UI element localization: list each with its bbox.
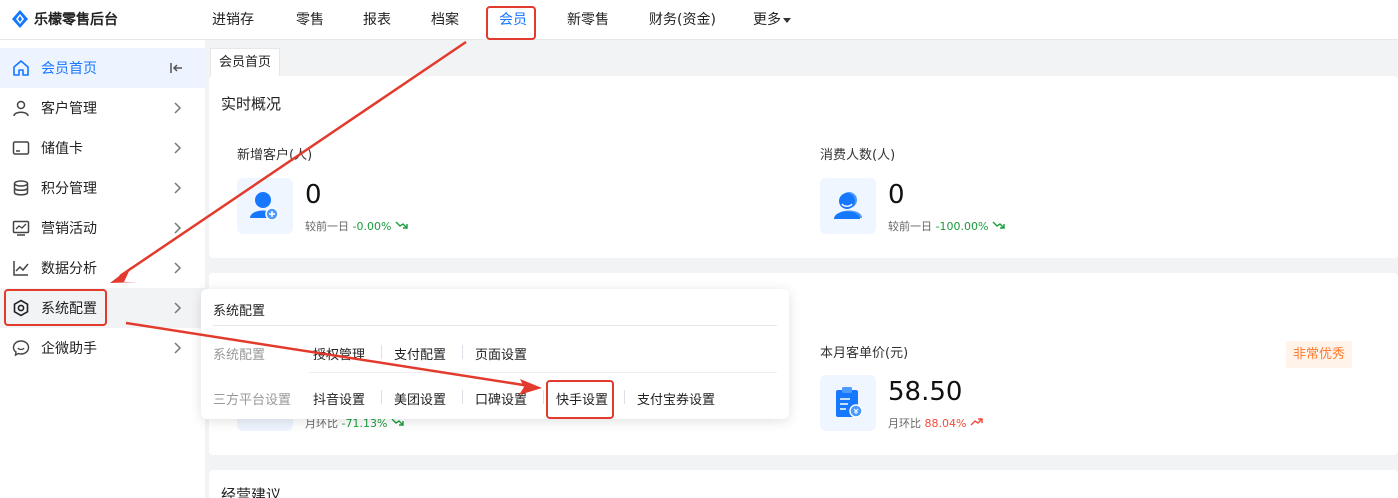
advice-card: 经营建议 — [209, 470, 1398, 498]
nav-inventory[interactable]: 进销存 — [212, 0, 254, 40]
user-icon — [13, 100, 29, 117]
sidebar-item-wecom-assistant[interactable]: 企微助手 — [0, 328, 205, 368]
users-stat-icon — [820, 178, 876, 234]
trend-up-icon — [970, 418, 983, 426]
trend-down-icon — [395, 221, 408, 229]
menu-link-payment-config[interactable]: 支付配置 — [394, 344, 446, 363]
sidebar-item-label: 企微助手 — [41, 341, 97, 357]
link-separator — [381, 345, 382, 359]
caret-down-icon — [783, 17, 791, 23]
menu-link-meituan-settings[interactable]: 美团设置 — [394, 389, 446, 408]
link-separator — [462, 390, 463, 404]
home-icon — [13, 60, 29, 76]
advice-title: 经营建议 — [221, 486, 282, 498]
chevron-right-icon — [174, 102, 182, 114]
stat-label-new-customers: 新增客户(人) — [237, 148, 313, 163]
popup-group-third-party: 三方平台设置 — [213, 393, 292, 408]
menu-link-auth-management[interactable]: 授权管理 — [313, 344, 365, 363]
compare-value: -100.00% — [935, 220, 989, 233]
sidebar-item-label: 数据分析 — [41, 261, 97, 277]
top-navigation-bar: 乐檬零售后台 进销存 零售 报表 档案 会员 新零售 财务(资金) 更多 — [0, 0, 1398, 40]
menu-link-page-settings[interactable]: 页面设置 — [475, 344, 527, 363]
coins-icon — [13, 180, 29, 196]
chat-icon — [12, 340, 30, 357]
compare-value: 88.04% — [924, 417, 967, 430]
link-separator — [381, 390, 382, 404]
link-separator — [462, 345, 463, 359]
sidebar-item-label: 会员首页 — [41, 61, 97, 77]
brand-diamond-icon — [12, 10, 28, 28]
sidebar-item-stored-value-card[interactable]: 储值卡 — [0, 128, 205, 168]
chevron-right-icon — [174, 142, 182, 154]
chevron-right-icon — [174, 262, 182, 274]
menu-link-douyin-settings[interactable]: 抖音设置 — [313, 389, 365, 408]
stat-label-avg-order: 本月客单价(元) — [820, 346, 909, 361]
nav-new-retail[interactable]: 新零售 — [567, 0, 609, 40]
brand-logo[interactable]: 乐檬零售后台 — [12, 9, 118, 29]
annotation-box-members-tab — [486, 6, 536, 40]
tab-member-home[interactable]: 会员首页 — [210, 48, 281, 76]
chart-icon — [13, 261, 29, 276]
nav-more[interactable]: 更多 — [753, 0, 791, 40]
sidebar-item-points[interactable]: 积分管理 — [0, 168, 205, 208]
menu-link-koubei-settings[interactable]: 口碑设置 — [475, 389, 527, 408]
collapse-sidebar-icon[interactable] — [168, 60, 184, 76]
popup-group-system: 系统配置 — [213, 348, 266, 363]
popup-subdivider — [309, 372, 777, 373]
realtime-title: 实时概况 — [221, 95, 282, 113]
compare-label: 较前一日 — [888, 220, 932, 233]
compare-value: -0.00% — [352, 220, 392, 233]
stat-value-avg-order: 58.50 — [888, 377, 963, 407]
stat-compare-consumers: 较前一日 -100.00% — [888, 218, 1006, 234]
link-separator — [543, 390, 544, 404]
link-separator — [624, 390, 625, 404]
nav-reports[interactable]: 报表 — [363, 0, 391, 40]
menu-link-alipay-coupon-settings[interactable]: 支付宝券设置 — [637, 389, 715, 408]
stat-value-consumers: 0 — [888, 180, 905, 210]
sidebar-item-label: 客户管理 — [41, 101, 97, 117]
nav-retail[interactable]: 零售 — [296, 0, 324, 40]
sidebar-item-customers[interactable]: 客户管理 — [0, 88, 205, 128]
sidebar-item-member-home[interactable]: 会员首页 — [0, 48, 205, 88]
trend-down-icon — [992, 221, 1005, 229]
sidebar-item-marketing[interactable]: 营销活动 — [0, 208, 205, 248]
stat-compare-new-customers: 较前一日 -0.00% — [305, 218, 409, 234]
sidebar-item-label: 积分管理 — [41, 181, 97, 197]
sidebar-item-data-analysis[interactable]: 数据分析 — [0, 248, 205, 288]
realtime-overview-card: 实时概况 新增客户(人) 0 较前一日 -0.00% 消费人数(人) 0 较前一… — [209, 76, 1398, 258]
rating-badge: 非常优秀 — [1286, 341, 1352, 368]
popup-divider — [213, 325, 777, 326]
card-icon — [12, 141, 30, 155]
chevron-right-icon — [174, 342, 182, 354]
system-config-popup-menu: 系统配置 系统配置 授权管理 支付配置 页面设置 三方平台设置 抖音设置 美团设… — [201, 289, 789, 419]
chevron-right-icon — [174, 182, 182, 194]
stat-label-consumers: 消费人数(人) — [820, 148, 896, 163]
sidebar-item-label: 营销活动 — [41, 221, 97, 237]
add-user-stat-icon — [237, 178, 293, 234]
nav-finance[interactable]: 财务(资金) — [649, 0, 716, 40]
sidebar: 会员首页 客户管理 储值卡 积分管理 营销活动 数据分析 系统配置 企微助手 — [0, 40, 205, 498]
brand-name: 乐檬零售后台 — [34, 12, 118, 28]
clipboard-stat-icon — [820, 375, 876, 431]
nav-archives[interactable]: 档案 — [431, 0, 459, 40]
chevron-right-icon — [174, 222, 182, 234]
stat-compare-avg-order: 月环比 88.04% — [888, 415, 984, 431]
chevron-right-icon — [174, 302, 182, 314]
compare-label: 较前一日 — [305, 220, 349, 233]
compare-label: 月环比 — [888, 417, 921, 430]
campaign-icon — [12, 220, 30, 236]
popup-title: 系统配置 — [213, 304, 266, 319]
nav-more-label: 更多 — [753, 12, 781, 28]
stat-value-new-customers: 0 — [305, 180, 322, 210]
sidebar-item-label: 储值卡 — [41, 141, 83, 157]
annotation-box-system-config — [4, 289, 107, 326]
annotation-box-kuaishou — [546, 380, 614, 419]
